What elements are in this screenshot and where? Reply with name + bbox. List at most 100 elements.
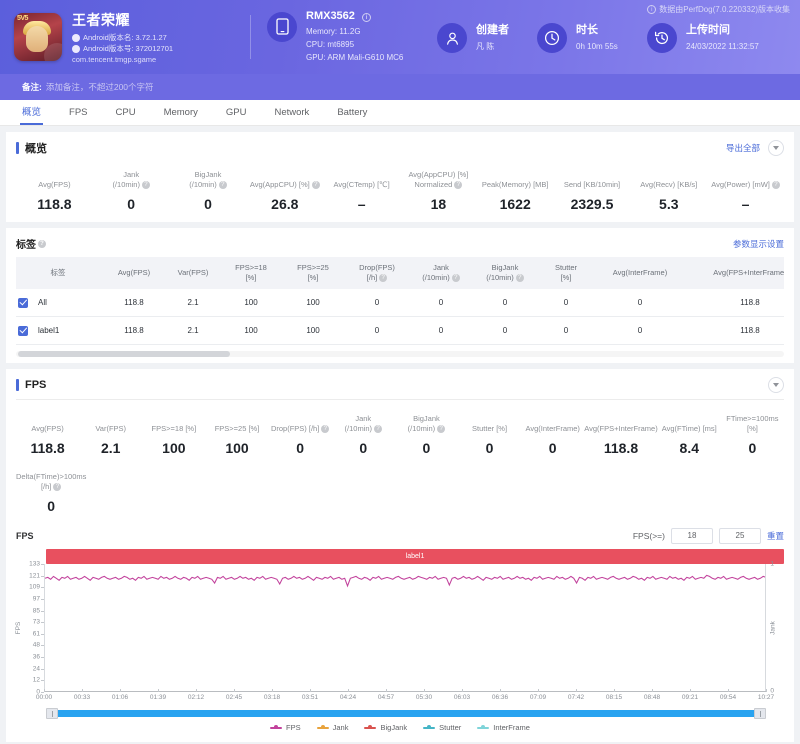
tab-battery[interactable]: Battery	[323, 100, 381, 125]
clock-icon	[537, 23, 567, 53]
labels-table-col-header: FPS>=18 [%]	[220, 257, 282, 289]
labels-table-col-header: Stutter [%]	[538, 257, 594, 289]
fps-metric-value: 2.1	[100, 440, 121, 456]
fps-x-tick	[196, 689, 197, 692]
fps-plot-area[interactable]: 1 0 Jank	[44, 561, 777, 695]
table-cell: 0	[410, 289, 472, 317]
help-icon[interactable]: ?	[321, 425, 330, 434]
overview-metric: Avg(Power) [mW]? –	[707, 168, 784, 212]
fps-metric-label-line: (/10min)?	[345, 424, 383, 434]
help-icon[interactable]: ?	[451, 274, 460, 283]
history-icon	[647, 23, 677, 53]
fps-metric-label: FPS>=18 [%]	[142, 412, 205, 434]
fps-range-track[interactable]	[46, 710, 766, 717]
fps-x-tick	[158, 689, 159, 692]
labels-table-scrollbar[interactable]	[16, 351, 784, 357]
overview-metric-label-line: Avg(CTemp) [℃]	[333, 180, 390, 189]
labels-table-col-header-line: Var(FPS)	[177, 268, 209, 277]
upload-block: 上传时间 24/03/2022 11:32:57	[647, 21, 759, 53]
remark-bar[interactable]: 备注: 添加备注，不超过200个字符	[0, 74, 800, 100]
fps-x-tick-label: 04:57	[377, 694, 395, 701]
fps-x-tick	[613, 689, 615, 692]
help-icon[interactable]: ?	[515, 274, 524, 283]
table-cell: 118.8	[102, 316, 166, 345]
fps-card: FPS Avg(FPS) 118.8 Var(FPS) 2.1 FPS>=18 [%] 1…	[6, 369, 794, 742]
fps-range-handle-left[interactable]	[46, 708, 58, 719]
datasource-text: 数据由PerfDog(7.0.220332)版本收集	[659, 5, 790, 14]
legend-label: BigJank	[380, 723, 408, 732]
fps-x-tick	[272, 689, 273, 692]
fps-metric-value: 100	[225, 440, 249, 456]
help-icon[interactable]: ?	[771, 181, 780, 190]
legend-label: Stutter	[439, 723, 462, 732]
legend-label: InterFrame	[493, 723, 530, 732]
help-icon[interactable]: ?	[141, 181, 150, 190]
tab-network[interactable]: Network	[260, 100, 323, 125]
fps-reset-link[interactable]: 重置	[767, 530, 784, 542]
fps-y2-axis-title: Jank	[769, 620, 777, 635]
labels-table-col-header: FPS>=25 [%]	[282, 257, 344, 289]
tab-cpu[interactable]: CPU	[102, 100, 150, 125]
legend-item[interactable]: BigJank	[364, 723, 407, 732]
fps2-metric-label: Delta(FTime)>100ms [/h]?	[16, 470, 86, 492]
fps-chart-label: FPS	[16, 531, 34, 541]
fps-chart: FPS 133 121 109 97 85 73 61 48 36 24 12 0 1 0 Jank	[15, 561, 784, 696]
fps-x-tick-label: 02:45	[225, 694, 243, 701]
help-icon[interactable]: ?	[53, 483, 62, 492]
tab-fps[interactable]: FPS	[55, 100, 101, 125]
fps-range-slider[interactable]	[46, 708, 766, 719]
overview-metric: Avg(FPS) 118.8	[16, 168, 93, 212]
fps-threshold-input-2[interactable]: 25	[718, 528, 761, 544]
table-cell: 0	[538, 316, 594, 345]
help-icon[interactable]: ?	[311, 181, 320, 190]
overview-metric-label-line: BigJank	[194, 170, 222, 179]
export-all-link[interactable]: 导出全部	[726, 142, 760, 154]
legend-item[interactable]: InterFrame	[477, 723, 530, 732]
fps-threshold-input-1[interactable]: 18	[670, 528, 713, 544]
labels-table-col-header: BigJank (/10min)?	[472, 257, 538, 289]
table-row[interactable]: All118.82.110010000000118.88.400	[16, 289, 784, 317]
help-icon[interactable]: ?	[38, 239, 46, 248]
fps-x-tick	[538, 689, 539, 692]
fps-range-handle-right[interactable]	[754, 708, 766, 719]
fps-metric-label-line: Avg(FPS)	[31, 424, 64, 433]
fps-y-tick-label: 109	[29, 583, 40, 591]
remark-value[interactable]: 添加备注，不超过200个字符	[46, 81, 154, 93]
overview-metric-value: 2329.5	[570, 196, 614, 212]
scrollbar-thumb[interactable]	[18, 351, 230, 357]
help-icon[interactable]: ?	[218, 181, 227, 190]
tab-gpu[interactable]: GPU	[212, 100, 261, 125]
tab-memory[interactable]: Memory	[150, 100, 212, 125]
fps-collapse-button[interactable]	[768, 377, 784, 393]
main-tabs: 概览 FPS CPU Memory GPU Network Battery	[0, 100, 800, 126]
overview-metric: Send [KB/10min] 2329.5	[554, 168, 631, 212]
legend-item[interactable]: FPS	[270, 723, 301, 732]
help-icon[interactable]: ?	[374, 425, 383, 434]
legend-item[interactable]: Jank	[316, 723, 348, 732]
fps-metric-value: 118.8	[603, 440, 639, 456]
row-checkbox[interactable]	[18, 325, 28, 336]
labels-table-col-header-line: (/10min)?	[412, 273, 470, 283]
fps-metric-label: BigJank (/10min)?	[395, 412, 458, 434]
fps-x-tick	[728, 689, 729, 692]
overview-collapse-button[interactable]	[768, 140, 784, 156]
fps-metric: FPS>=25 [%] 100	[205, 412, 268, 456]
overview-title: 概览	[16, 140, 47, 156]
overview-metric-label: Avg(AppCPU) [%]?	[246, 168, 323, 190]
help-icon[interactable]: ?	[379, 274, 388, 283]
tab-overview[interactable]: 概览	[8, 100, 55, 125]
help-icon[interactable]: ?	[454, 181, 463, 190]
overview-metric-label: Jank (/10min)?	[93, 168, 170, 190]
table-cell: 0	[344, 289, 410, 317]
row-checkbox[interactable]	[18, 297, 28, 308]
fps-metric-label-line: BigJank	[413, 414, 440, 423]
help-icon[interactable]: ?	[437, 425, 446, 434]
android-icon-2	[72, 44, 80, 53]
legend-item[interactable]: Stutter	[423, 723, 461, 732]
table-row[interactable]: label1118.82.110010000000118.88.400	[16, 316, 784, 345]
param-settings-link[interactable]: 参数显示设置	[733, 238, 784, 250]
labels-table-col-header-line: FPS>=18	[235, 263, 267, 272]
app-icon: 5V5	[14, 13, 62, 61]
